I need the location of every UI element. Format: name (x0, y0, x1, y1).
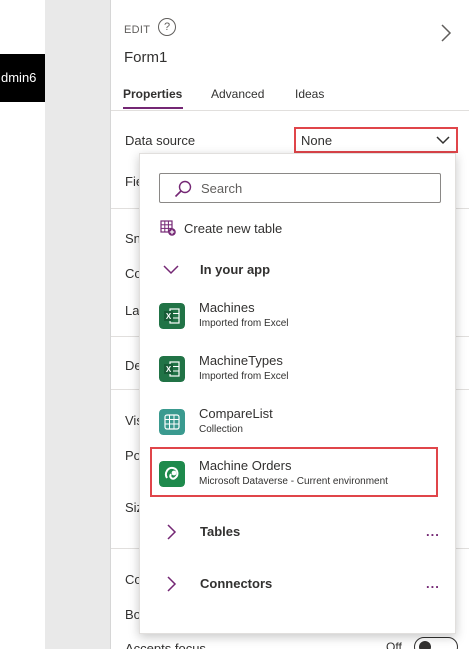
svg-text:X: X (166, 312, 172, 321)
chevron-right-icon (167, 576, 177, 592)
help-icon[interactable]: ? (158, 18, 176, 36)
list-item-machinetypes[interactable]: X MachineTypes Imported from Excel (159, 351, 439, 391)
toggle-state-label: Off (386, 640, 402, 649)
excel-icon: X (159, 356, 185, 382)
canvas-control-label[interactable]: dmin6 (0, 54, 45, 102)
accepts-focus-toggle[interactable] (414, 637, 458, 649)
create-new-table-label: Create new table (184, 221, 283, 236)
tables-more-icon[interactable]: ... (426, 524, 440, 539)
chevron-down-icon (436, 136, 450, 145)
search-input[interactable]: Search (159, 173, 441, 203)
toggle-knob (419, 641, 431, 649)
tab-divider (111, 110, 469, 111)
data-source-label: Data source (125, 133, 196, 148)
item-name: CompareList (199, 406, 273, 421)
svg-text:X: X (166, 365, 172, 374)
tab-properties[interactable]: Properties (123, 87, 182, 101)
data-source-select[interactable]: None (294, 127, 458, 153)
data-source-flyout: Search Create new table In your app X Ma… (139, 153, 456, 634)
form-title: Form1 (124, 49, 168, 66)
group-label: Connectors (200, 576, 273, 591)
edit-label: EDIT (124, 24, 151, 36)
group-label: Tables (200, 524, 241, 539)
item-subtitle: Imported from Excel (199, 371, 289, 382)
search-icon (174, 180, 192, 198)
group-label: In your app (200, 262, 271, 277)
list-item-machines[interactable]: X Machines Imported from Excel (159, 298, 439, 338)
item-name: Machines (199, 300, 255, 315)
connectors-more-icon[interactable]: ... (426, 576, 440, 591)
chevron-right-icon (167, 524, 177, 540)
chevron-right-icon[interactable] (437, 22, 455, 44)
accepts-focus-label: Accepts focus (125, 641, 206, 649)
search-placeholder: Search (201, 181, 243, 196)
tab-ideas[interactable]: Ideas (295, 87, 324, 101)
canvas-gutter (45, 0, 111, 649)
list-item-comparelist[interactable]: CompareList Collection (159, 404, 439, 444)
item-subtitle: Collection (199, 424, 243, 435)
highlight-annotation (150, 447, 438, 497)
item-name: MachineTypes (199, 353, 283, 368)
excel-icon: X (159, 303, 185, 329)
data-source-value: None (301, 133, 333, 148)
add-table-icon (160, 220, 176, 236)
active-tab-indicator (123, 107, 183, 109)
tab-advanced[interactable]: Advanced (211, 87, 264, 101)
collection-icon (159, 409, 185, 435)
chevron-down-icon (163, 265, 179, 275)
layout-label: La (125, 303, 140, 318)
item-subtitle: Imported from Excel (199, 318, 289, 329)
